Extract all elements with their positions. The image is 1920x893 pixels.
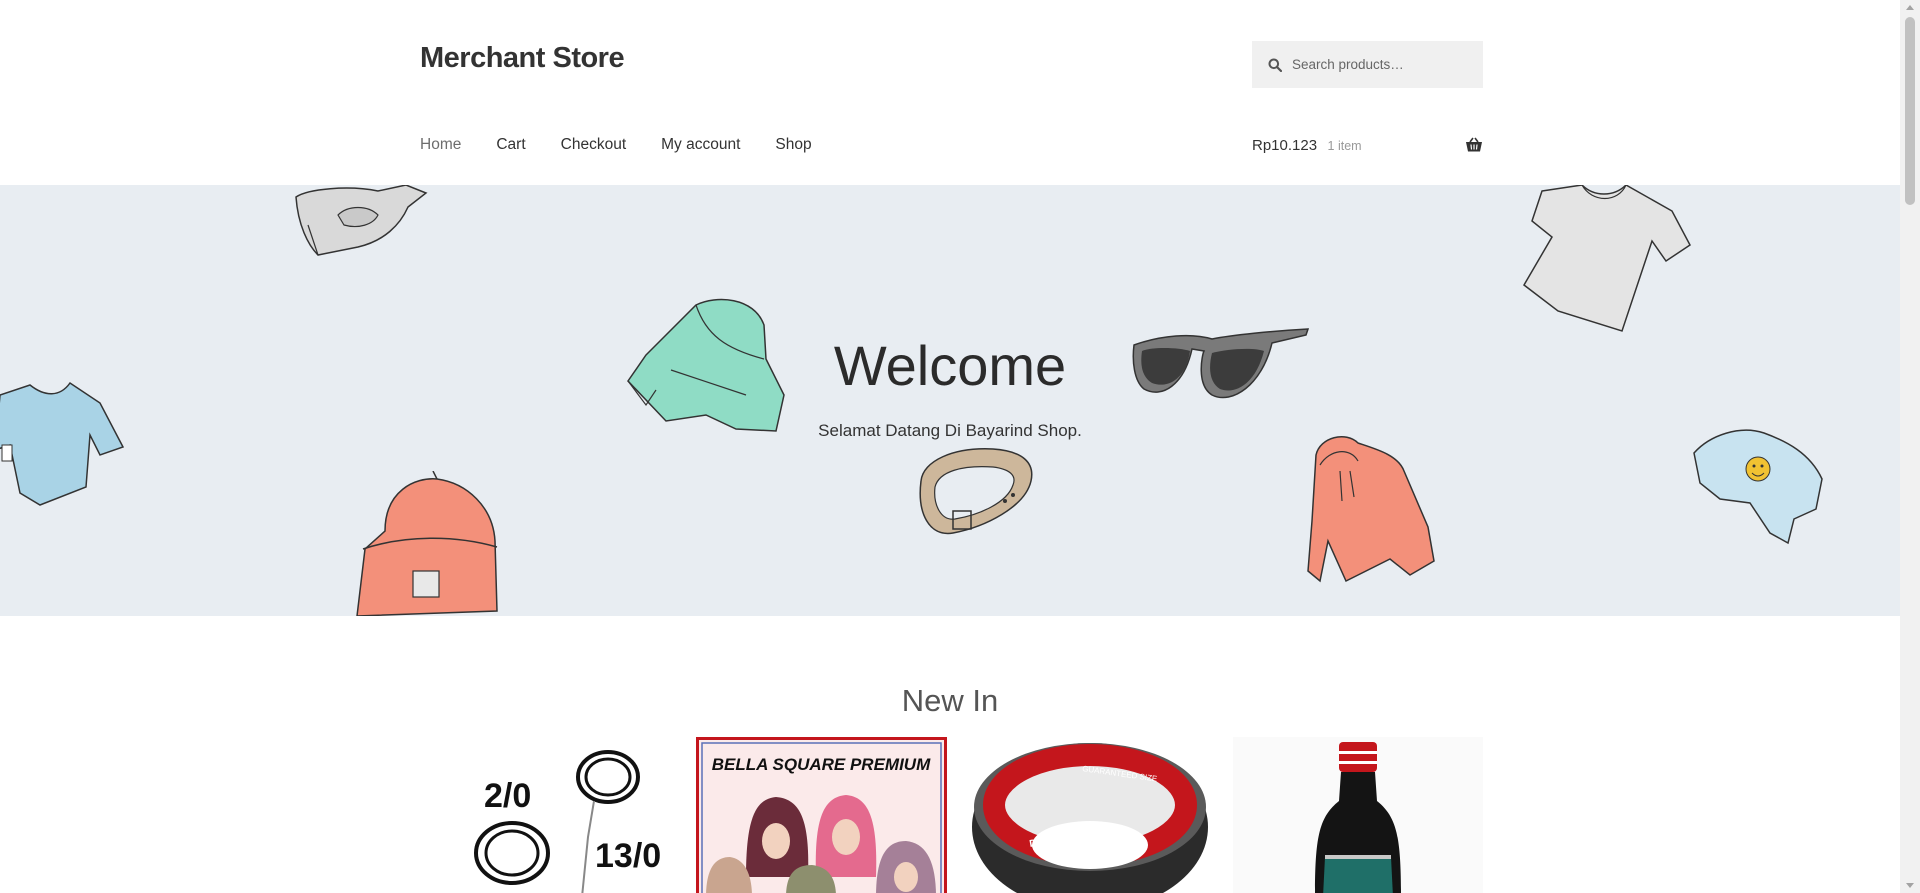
search-box[interactable] [1252,41,1483,88]
product-label: 13/0 [595,837,661,875]
product-card-hijab[interactable]: BELLA SQUARE PREMIUM [696,737,947,893]
nav-my-account[interactable]: My account [661,136,740,154]
cart-count[interactable]: 1 item [1328,139,1362,153]
scrollbar-thumb[interactable] [1905,17,1915,205]
new-in-title: New In [901,683,999,718]
product-card-tape[interactable]: DAIMARU TAPE GUARANTEED SIZE [970,737,1210,893]
hero-title: Welcome [833,334,1067,397]
hoodie-coral-illustration [1307,436,1435,583]
site-title[interactable]: Merchant Store [420,42,625,75]
nav-home[interactable]: Home [420,136,461,154]
product-card-wire[interactable]: 2/0 13/0 [470,737,670,893]
nav-shop[interactable]: Shop [775,136,811,154]
site-header: Merchant Store Home Cart Checkout My acc… [0,0,1900,185]
search-icon [1268,58,1282,72]
page-scrollbar[interactable] [1900,0,1920,893]
wire-product-image[interactable]: 2/0 13/0 [470,737,670,893]
product-label: BELLA SQUARE PREMIUM [712,755,931,774]
hero-subtitle: Selamat Datang Di Bayarind Shop. [818,421,1082,440]
product-label: 2/0 [484,777,531,815]
cart-amount[interactable]: Rp10.123 [1252,137,1317,154]
scroll-down-icon[interactable] [1906,883,1914,888]
sweatshirt-lightblue-illustration [1693,429,1823,545]
basket-icon[interactable] [1465,137,1483,153]
beanie-orange-illustration [356,471,498,616]
search-input[interactable] [1290,56,1474,73]
tape-product-image[interactable]: DAIMARU TAPE GUARANTEED SIZE [970,737,1210,893]
primary-nav: Home Cart Checkout My account Shop [420,136,847,154]
hoodie-gray-illustration [295,185,428,256]
product-card-sauce[interactable] [1233,737,1483,893]
tshirt-gray-illustration [1523,185,1691,332]
hero-banner: Welcome Selamat Datang Di Bayarind Shop. [0,185,1900,616]
nav-checkout[interactable]: Checkout [561,136,626,154]
header-cart[interactable]: Rp10.123 1 item [1252,137,1483,157]
sauce-bottle-product-image[interactable] [1233,737,1483,893]
nav-cart[interactable]: Cart [496,136,525,154]
hijab-product-image[interactable]: BELLA SQUARE PREMIUM [696,737,947,893]
scroll-up-icon[interactable] [1906,5,1914,10]
belt-illustration [919,448,1033,535]
